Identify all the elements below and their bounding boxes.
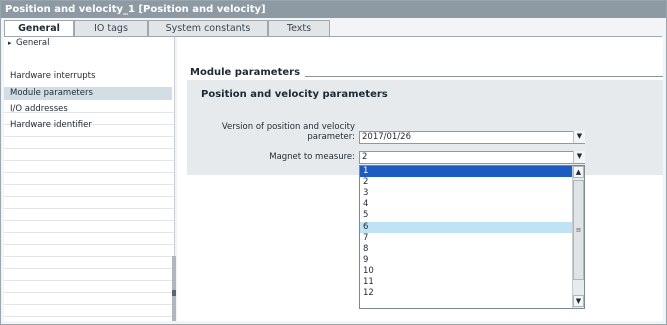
window-title: Position and velocity_1 [Position and ve… [1, 1, 666, 18]
navigation-panel: ▸ General Hardware interrupts Module para… [4, 37, 175, 321]
dropdown-option[interactable]: 8 [360, 244, 573, 255]
magnet-value: 2 [362, 152, 368, 162]
dropdown-option[interactable]: 4 [360, 199, 573, 210]
dropdown-option[interactable]: 9 [360, 255, 573, 266]
nav-row-line [4, 221, 174, 233]
version-label-line1: Version of position and velocity [221, 122, 355, 132]
version-select[interactable]: 2017/01/26 [359, 131, 585, 144]
nav-item-module-parameters[interactable]: Module parameters [4, 87, 172, 100]
nav-row-line [4, 257, 174, 269]
nav-row-line [4, 245, 174, 257]
dropdown-option[interactable]: 11 [360, 277, 573, 288]
dropdown-option[interactable]: 1 [360, 166, 573, 177]
version-label-line2: parameter: [307, 132, 355, 142]
nav-row-line [4, 269, 174, 281]
scroll-thumb[interactable]: ≡ [573, 180, 584, 280]
magnet-dropdown-list: 1 2 3 4 5 6 7 8 9 10 11 12 ▲ ≡ ▼ [359, 165, 585, 309]
section-title: Module parameters [190, 67, 301, 78]
tab-texts[interactable]: Texts [268, 20, 330, 36]
panel-title: Position and velocity parameters [201, 89, 388, 100]
magnet-select[interactable]: 2 [359, 151, 585, 164]
grip-icon: ≡ [575, 226, 582, 234]
dropdown-option[interactable]: 7 [360, 233, 573, 244]
expand-caret-icon[interactable]: ▸ [8, 37, 16, 49]
nav-item-io-addresses[interactable]: I/O addresses [4, 103, 172, 116]
version-value: 2017/01/26 [362, 132, 411, 142]
nav-row-line [4, 281, 174, 293]
dropdown-arrow-icon[interactable]: ▼ [573, 151, 585, 163]
scroll-up-icon[interactable]: ▲ [573, 166, 584, 178]
nav-item-hardware-identifier[interactable]: Hardware identifier [4, 119, 172, 132]
dropdown-option[interactable]: 10 [360, 266, 573, 277]
dropdown-scrollbar[interactable]: ▲ ≡ ▼ [572, 166, 584, 308]
nav-item-general[interactable]: ▸ General [4, 37, 172, 50]
nav-row-line [4, 185, 174, 197]
dropdown-option[interactable]: 2 [360, 177, 573, 188]
splitter-grip-icon[interactable] [172, 290, 176, 296]
nav-row-line [4, 161, 174, 173]
nav-row-line [4, 293, 174, 305]
nav-row-line [4, 149, 174, 161]
tab-system-constants[interactable]: System constants [148, 20, 268, 36]
nav-row-line [4, 209, 174, 221]
dropdown-arrow-icon[interactable]: ▼ [573, 131, 585, 143]
dropdown-option[interactable]: 6 [360, 222, 573, 233]
dropdown-option[interactable]: 12 [360, 288, 573, 299]
nav-row-line [4, 197, 174, 209]
dropdown-option[interactable]: 5 [360, 210, 573, 221]
section-divider [305, 76, 663, 77]
nav-row-line [4, 233, 174, 245]
nav-item-hardware-interrupts[interactable]: Hardware interrupts [4, 70, 172, 83]
panel-splitter[interactable] [172, 256, 176, 321]
nav-item-label: General [16, 38, 50, 48]
nav-row-line [4, 173, 174, 185]
dropdown-option[interactable]: 3 [360, 188, 573, 199]
nav-row-line [4, 137, 174, 149]
nav-row-line [4, 305, 174, 317]
magnet-label: Magnet to measure: [269, 152, 355, 162]
tab-io-tags[interactable]: IO tags [74, 20, 148, 36]
scroll-down-icon[interactable]: ▼ [573, 295, 584, 307]
